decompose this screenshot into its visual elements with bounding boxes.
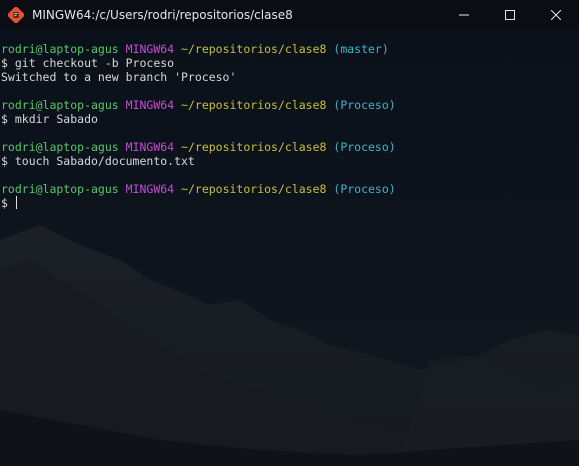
text-cursor [15, 196, 17, 209]
close-button[interactable] [533, 0, 579, 30]
window-controls [441, 0, 579, 30]
terminal-window: MINGW64:/c/Users/rodri/repositorios/clas… [0, 0, 579, 466]
prompt-path: ~/repositorios/clase8 [181, 98, 327, 112]
prompt-user: rodri@laptop-agus [1, 140, 119, 154]
prompt-line: rodri@laptop-agus MINGW64 ~/repositorios… [0, 98, 579, 112]
minimize-button[interactable] [441, 0, 487, 30]
prompt-user: rodri@laptop-agus [1, 182, 119, 196]
close-icon [551, 10, 561, 20]
prompt-user: rodri@laptop-agus [1, 98, 119, 112]
command-prompt-symbol: $ [1, 196, 15, 210]
title-bar[interactable]: MINGW64:/c/Users/rodri/repositorios/clas… [0, 0, 579, 30]
prompt-system: MINGW64 [125, 98, 175, 112]
active-command-line[interactable]: $ [0, 196, 579, 210]
prompt-system: MINGW64 [125, 42, 175, 56]
command-output: Switched to a new branch 'Proceso' [1, 70, 237, 84]
maximize-icon [505, 10, 515, 20]
prompt-branch: (Proceso) [333, 98, 396, 112]
prompt-branch: (Proceso) [333, 140, 396, 154]
prompt-path: ~/repositorios/clase8 [181, 42, 327, 56]
prompt-system: MINGW64 [125, 182, 175, 196]
command-line: $ touch Sabado/documento.txt [1, 154, 195, 168]
minimize-icon [459, 14, 469, 16]
terminal-output[interactable]: rodri@laptop-agus MINGW64 ~/repositorios… [0, 42, 579, 466]
maximize-button[interactable] [487, 0, 533, 30]
prompt-branch: (master) [333, 42, 389, 56]
prompt-line: rodri@laptop-agus MINGW64 ~/repositorios… [0, 140, 579, 154]
command-line: $ mkdir Sabado [1, 112, 98, 126]
git-bash-icon [8, 7, 24, 23]
prompt-path: ~/repositorios/clase8 [181, 182, 327, 196]
prompt-line: rodri@laptop-agus MINGW64 ~/repositorios… [0, 42, 579, 56]
window-title: MINGW64:/c/Users/rodri/repositorios/clas… [32, 8, 293, 22]
prompt-line: rodri@laptop-agus MINGW64 ~/repositorios… [0, 182, 579, 196]
prompt-path: ~/repositorios/clase8 [181, 140, 327, 154]
prompt-branch: (Proceso) [333, 182, 396, 196]
prompt-user: rodri@laptop-agus [1, 42, 119, 56]
command-line: $ git checkout -b Proceso [1, 56, 175, 70]
prompt-system: MINGW64 [125, 140, 175, 154]
